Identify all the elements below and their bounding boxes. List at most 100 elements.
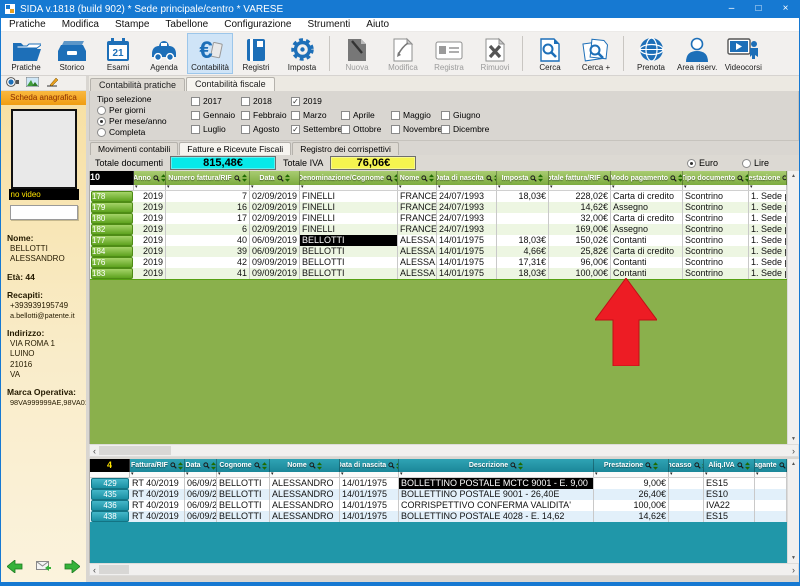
table-cell[interactable]: Scontrino [683, 246, 749, 257]
table-row[interactable]: 436RT 40/201906/09/20...BELLOTTIALESSAND… [90, 500, 787, 511]
table-cell[interactable]: IVA22 [704, 500, 755, 511]
table-cell[interactable]: 09/09/2019 [250, 268, 300, 279]
table-cell[interactable] [755, 489, 787, 500]
subtab-registro-corrispettivi[interactable]: Registro dei corrispettivi [292, 142, 399, 155]
table-cell[interactable]: FINELLI [300, 213, 398, 224]
table-cell[interactable]: BELLOTTI [300, 235, 398, 246]
table-cell[interactable]: 18,03€ [497, 235, 549, 246]
table-cell[interactable]: 96,00€ [549, 257, 611, 268]
month-checkbox-maggio[interactable]: Maggio [391, 110, 441, 120]
table-cell[interactable]: ES15 [704, 478, 755, 489]
table-cell[interactable]: 25,82€ [549, 246, 611, 257]
column-header-tipo-documento[interactable]: Tipo documento [683, 171, 749, 185]
table-cell[interactable]: FRANCE... [398, 202, 437, 213]
table-cell[interactable]: ES15 [704, 511, 755, 522]
column-header-data[interactable]: Data [185, 459, 217, 472]
toolbar-button-contabilit[interactable]: €Contabilità [187, 33, 233, 74]
row-number-cell[interactable]: 429 [91, 478, 129, 489]
table-cell[interactable]: 06/09/2019 [250, 235, 300, 246]
month-checkbox-agosto[interactable]: Agosto [241, 124, 291, 134]
column-header-imposta[interactable]: Imposta [497, 171, 549, 185]
column-header-pagante[interactable]: Pagante [755, 459, 787, 472]
table-cell[interactable]: 02/09/2019 [250, 191, 300, 202]
table-cell[interactable] [497, 202, 549, 213]
table-cell[interactable]: BOLLETTINO POSTALE 9001 - 26,40E [399, 489, 594, 500]
radio-per-giorni[interactable]: Per giorni [97, 105, 185, 115]
radio-completa[interactable]: Completa [97, 127, 185, 137]
table-cell[interactable]: 24/07/1993 [437, 191, 497, 202]
maximize-button[interactable]: □ [745, 0, 772, 18]
table-cell[interactable]: 14/01/1975 [340, 511, 399, 522]
row-number-cell[interactable]: 182 [91, 224, 133, 235]
table-cell[interactable]: CORRISPETTIVO CONFERMA VALIDITA' [399, 500, 594, 511]
table-cell[interactable]: 2019 [134, 268, 166, 279]
close-button[interactable]: × [772, 0, 799, 18]
subtab-movimenti-contabili[interactable]: Movimenti contabili [90, 142, 178, 155]
table-cell[interactable]: 06/09/20... [185, 478, 217, 489]
menu-stampe[interactable]: Stampe [107, 19, 157, 30]
minimize-button[interactable]: – [718, 0, 745, 18]
table-cell[interactable]: 1. Sede pr [749, 246, 787, 257]
table-row[interactable]: 18020191702/09/2019FINELLIFRANCE...24/07… [90, 213, 787, 224]
table-cell[interactable]: Scontrino [683, 202, 749, 213]
table-cell[interactable]: 9,00€ [594, 478, 669, 489]
table-cell[interactable]: Carta di credito [611, 246, 683, 257]
table-cell[interactable]: ALESSANDRO [270, 478, 340, 489]
column-header-intestazione[interactable]: Intestazione [749, 171, 787, 185]
toolbar-button-prenota[interactable]: Prenota [628, 33, 674, 74]
table-cell[interactable]: BELLOTTI [217, 478, 270, 489]
table-cell[interactable]: 4,66€ [497, 246, 549, 257]
scroll-left-icon[interactable]: ‹ [93, 565, 96, 575]
row-number-cell[interactable]: 179 [91, 202, 133, 213]
toolbar-button-area-riserv[interactable]: Area riserv. [674, 33, 720, 74]
table-cell[interactable] [755, 511, 787, 522]
table-cell[interactable]: 18,03€ [497, 191, 549, 202]
table-cell[interactable]: Carta di credito [611, 191, 683, 202]
table-cell[interactable]: 2019 [134, 202, 166, 213]
tab-contabilita-pratiche[interactable]: Contabilità pratiche [90, 78, 185, 91]
horizontal-scrollbar[interactable]: ‹› [89, 444, 799, 457]
column-filter-button[interactable]: ▾ [611, 185, 683, 190]
horizontal-scrollbar[interactable]: ‹› [89, 563, 799, 576]
month-checkbox-febbraio[interactable]: Febbraio [241, 110, 291, 120]
row-number-cell[interactable]: 180 [91, 213, 133, 224]
scroll-right-icon[interactable]: › [792, 565, 795, 575]
toolbar-button-videocorsi[interactable]: Videocorsi [720, 33, 766, 74]
table-row[interactable]: 18320194109/09/2019BELLOTTIALESSA...14/0… [90, 268, 787, 279]
table-cell[interactable]: Scontrino [683, 224, 749, 235]
table-cell[interactable]: BELLOTTI [300, 257, 398, 268]
table-cell[interactable]: 2019 [134, 246, 166, 257]
scrollbar-thumb[interactable] [99, 565, 129, 574]
column-filter-button[interactable]: ▾ [683, 185, 749, 190]
menu-pratiche[interactable]: Pratiche [1, 19, 54, 30]
column-header-aliq-iva[interactable]: Aliq.IVA [704, 459, 755, 472]
table-cell[interactable]: 41 [166, 268, 250, 279]
table-cell[interactable]: BOLLETTINO POSTALE 4028 - E. 14,62 [399, 511, 594, 522]
table-row[interactable]: 438RT 40/201906/09/20...BELLOTTIALESSAND… [90, 511, 787, 522]
table-cell[interactable]: 40 [166, 235, 250, 246]
table-cell[interactable]: 2019 [134, 235, 166, 246]
column-filter-button[interactable]: ▾ [497, 185, 549, 190]
column-filter-button[interactable]: ▾ [437, 185, 497, 190]
month-checkbox-settembre[interactable]: ✓Settembre [291, 124, 341, 134]
table-cell[interactable]: FRANCE... [398, 191, 437, 202]
menu-aiuto[interactable]: Aiuto [358, 19, 397, 30]
table-cell[interactable]: 06/09/20... [185, 500, 217, 511]
table-cell[interactable]: 14,62€ [549, 202, 611, 213]
column-header-cognome[interactable]: Cognome [217, 459, 270, 472]
table-cell[interactable]: 18,03€ [497, 268, 549, 279]
toolbar-button-imposta[interactable]: Imposta [279, 33, 325, 74]
toolbar-button-cerca[interactable]: Cerca + [573, 33, 619, 74]
tab-contabilita-fiscale[interactable]: Contabilità fiscale [186, 77, 275, 91]
column-filter-button[interactable]: ▾ [134, 185, 166, 190]
scroll-left-icon[interactable]: ‹ [93, 446, 96, 456]
table-row[interactable]: 429RT 40/201906/09/20...BELLOTTIALESSAND… [90, 478, 787, 489]
month-checkbox-marzo[interactable]: Marzo [291, 110, 341, 120]
table-cell[interactable]: FRANCE... [398, 224, 437, 235]
table-cell[interactable]: ALESSANDRO [270, 511, 340, 522]
column-header-totale-fattura-rif[interactable]: Totale fattura/RIF [549, 171, 611, 185]
table-cell[interactable]: BELLOTTI [217, 511, 270, 522]
table-cell[interactable]: 24/07/1993 [437, 213, 497, 224]
table-cell[interactable]: 2019 [134, 224, 166, 235]
row-number-cell[interactable]: 176 [91, 257, 133, 268]
